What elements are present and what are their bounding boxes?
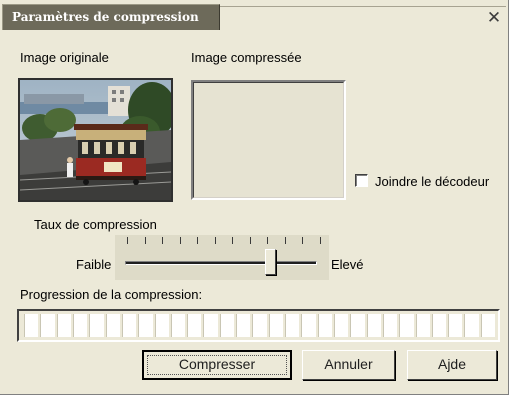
progress-segment [236, 314, 251, 337]
slider-tick [144, 237, 146, 244]
progress-segment [105, 314, 120, 337]
progress-segment [203, 314, 218, 337]
progress-segment [219, 314, 235, 337]
progress-segment [464, 314, 479, 337]
progress-segment [121, 314, 137, 337]
slider-tick [197, 237, 198, 244]
help-button-label: Ajde [437, 356, 467, 372]
progress-segment [317, 314, 332, 337]
original-image-label: Image originale [20, 50, 109, 65]
progress-segment [138, 314, 153, 337]
slider-tick [162, 237, 163, 244]
slider-tick [232, 237, 233, 244]
progress-segment [480, 314, 496, 337]
progress-segment [285, 314, 300, 337]
slider-tick [302, 237, 303, 244]
progress-segment [72, 314, 88, 337]
compressed-image-preview [191, 80, 346, 200]
slider-tick [249, 237, 251, 244]
slider-tick [284, 237, 286, 244]
window-title: Paramètres de compression [12, 10, 199, 24]
title-bar: Paramètres de compression ✕ [0, 0, 509, 30]
progress-segment [448, 314, 463, 337]
title-bar-background [220, 6, 506, 30]
progress-segments [24, 314, 496, 337]
original-image-preview [18, 78, 173, 202]
help-button[interactable]: Ajde [407, 350, 497, 380]
progress-segment [399, 314, 414, 337]
progress-segment [252, 314, 267, 337]
slider-thumb[interactable] [264, 249, 276, 275]
compression-rate-label: Taux de compression [34, 217, 157, 232]
slider-tick [214, 237, 216, 244]
slider-low-label: Faible [76, 257, 112, 272]
progress-segment [382, 314, 398, 337]
compressed-image-label: Image compressée [191, 50, 302, 65]
include-decoder-label[interactable]: Joindre le décodeur [375, 174, 489, 189]
progress-segment [350, 314, 365, 337]
compression-progress-label: Progression de la compression: [20, 287, 203, 302]
progress-segment [301, 314, 316, 337]
slider-tick [179, 237, 181, 244]
compression-progress-bar [17, 309, 500, 342]
progress-segment [89, 314, 104, 337]
progress-segment [333, 314, 349, 337]
progress-segment [415, 314, 430, 337]
include-decoder-checkbox[interactable] [355, 174, 368, 187]
compression-rate-slider[interactable] [115, 235, 329, 280]
progress-segment [268, 314, 283, 337]
compress-button[interactable]: Compresser [142, 350, 292, 380]
title-tab: Paramètres de compression [2, 4, 220, 30]
slider-ticks [127, 237, 325, 245]
slider-tick [127, 237, 128, 244]
slider-track [125, 261, 317, 265]
progress-segment [187, 314, 202, 337]
progress-segment [431, 314, 447, 337]
close-icon[interactable]: ✕ [484, 8, 504, 28]
slider-high-label: Elevé [331, 257, 364, 272]
slider-tick [267, 237, 268, 244]
cable-car-photo [20, 80, 171, 200]
cancel-button[interactable]: Annuler [302, 350, 395, 380]
progress-segment [154, 314, 169, 337]
progress-segment [56, 314, 71, 337]
progress-segment [40, 314, 55, 337]
progress-segment [24, 314, 39, 337]
cancel-button-label: Annuler [324, 356, 373, 372]
progress-segment [170, 314, 186, 337]
progress-segment [366, 314, 381, 337]
slider-tick [319, 237, 321, 244]
compress-button-label: Compresser [178, 356, 256, 372]
compression-settings-dialog: Paramètres de compression ✕ Image origin… [0, 0, 509, 395]
